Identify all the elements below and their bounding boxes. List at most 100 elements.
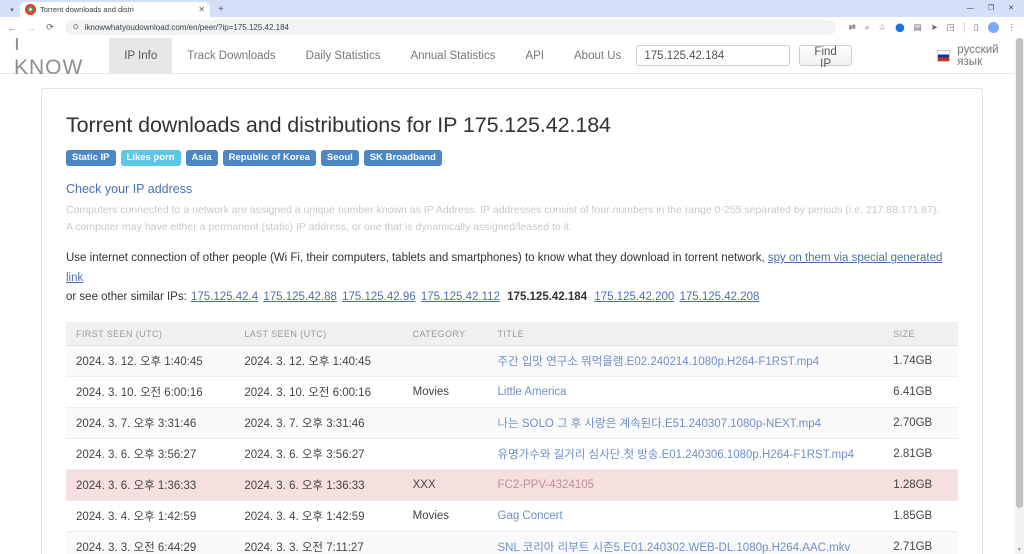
cell-title: SNL 코리아 리부트 시즌5.E01.240302.WEB-DL.1080p.… bbox=[487, 531, 884, 554]
table-row: 2024. 3. 6. 오후 3:56:27 2024. 3. 6. 오후 3:… bbox=[66, 438, 958, 470]
find-ip-button[interactable]: Find IP bbox=[799, 45, 852, 70]
chrome-menu-icon[interactable]: ⋮ bbox=[1008, 23, 1017, 32]
site-logo[interactable]: I KNOW bbox=[0, 38, 109, 79]
cell-category: XXX bbox=[402, 469, 488, 501]
scrollbar-thumb[interactable] bbox=[1016, 38, 1023, 508]
cell-size: 1.85GB bbox=[883, 500, 958, 532]
back-icon[interactable]: ← bbox=[6, 23, 18, 33]
similar-ip-link[interactable]: 175.125.42.88 bbox=[263, 291, 337, 303]
current-ip-text: 175.125.42.184 bbox=[507, 291, 588, 304]
cell-first-seen: 2024. 3. 6. 오후 1:36:33 bbox=[66, 469, 235, 501]
site-settings-icon[interactable]: ⛭ bbox=[73, 24, 79, 32]
content-card: Torrent downloads and distributions for … bbox=[41, 88, 983, 554]
similar-ip-link[interactable]: 175.125.42.112 bbox=[421, 291, 500, 303]
torrent-title-link[interactable]: 유명가수와 길거리 심사단.첫 방송.E01.240306.1080p.H264… bbox=[498, 449, 855, 461]
cell-category bbox=[402, 407, 488, 439]
cell-title: Gag Concert bbox=[487, 500, 884, 532]
cell-title: 나는 SOLO 그 후 사랑은 계속된다.E51.240307.1080p-NE… bbox=[487, 407, 884, 439]
cell-last-seen: 2024. 3. 7. 오후 3:31:46 bbox=[234, 407, 403, 439]
column-header-size[interactable]: SIZE bbox=[883, 321, 958, 346]
nav-item-about-us[interactable]: About Us bbox=[559, 38, 636, 73]
cell-first-seen: 2024. 3. 10. 오전 6:00:16 bbox=[66, 376, 235, 408]
similar-ip-link[interactable]: 175.125.42.208 bbox=[679, 291, 759, 303]
similar-ips-label: or see other similar IPs: bbox=[66, 291, 187, 304]
address-bar[interactable]: ⛭ iknowwhatyoudownload.com/en/peer/?ip=1… bbox=[65, 20, 836, 35]
downloads-table: FIRST SEEN (UTC) LAST SEEN (UTC) CATEGOR… bbox=[66, 321, 958, 554]
toolbar-icons: ⇄ ⌕ ☆ ⬤ ▤ ➤ ◳ ▯ ⋮ bbox=[849, 22, 1018, 33]
table-row: 2024. 3. 7. 오후 3:31:46 2024. 3. 7. 오후 3:… bbox=[66, 407, 958, 439]
cell-title: 주간 입맛 연구소 뭐먹을램.E02.240214.1080p.H264-F1R… bbox=[487, 345, 884, 377]
reload-icon[interactable]: ⟳ bbox=[44, 22, 56, 33]
address-bar-url: iknowwhatyoudownload.com/en/peer/?ip=175… bbox=[84, 23, 289, 32]
extension-kite-icon[interactable]: ➤ bbox=[931, 23, 938, 32]
scroll-down-arrow-icon[interactable]: ▼ bbox=[1015, 545, 1024, 554]
similar-ip-link[interactable]: 175.125.42.200 bbox=[594, 291, 674, 303]
table-body: 2024. 3. 12. 오후 1:40:45 2024. 3. 12. 오후 … bbox=[66, 345, 958, 554]
table-row: 2024. 3. 3. 오전 6:44:29 2024. 3. 3. 오전 7:… bbox=[66, 531, 958, 554]
browser-window: ▾ Torrent downloads and distri ✕ + — ❐ ✕… bbox=[0, 0, 1024, 554]
minimize-icon[interactable]: — bbox=[967, 5, 974, 12]
cell-size: 2.81GB bbox=[883, 438, 958, 470]
table-row: 2024. 3. 12. 오후 1:40:45 2024. 3. 12. 오후 … bbox=[66, 345, 958, 377]
forward-icon[interactable]: → bbox=[25, 23, 37, 33]
nav-item-daily-statistics[interactable]: Daily Statistics bbox=[291, 38, 396, 73]
bookmark-star-icon[interactable]: ☆ bbox=[878, 23, 886, 32]
badge-asia: Asia bbox=[185, 150, 218, 167]
russian-flag-icon bbox=[936, 49, 951, 62]
column-header-first-seen[interactable]: FIRST SEEN (UTC) bbox=[66, 321, 235, 346]
extensions-icon[interactable]: ◳ bbox=[947, 23, 955, 32]
nav-item-annual-statistics[interactable]: Annual Statistics bbox=[395, 38, 510, 73]
cell-first-seen: 2024. 3. 3. 오전 6:44:29 bbox=[66, 531, 235, 554]
extension-puzzle-icon[interactable]: ▤ bbox=[914, 23, 922, 32]
usage-paragraph: Use internet connection of other people … bbox=[66, 249, 958, 308]
profile-avatar-icon[interactable] bbox=[987, 22, 999, 33]
cell-last-seen: 2024. 3. 3. 오전 7:11:27 bbox=[234, 531, 403, 554]
torrent-title-link[interactable]: 주간 입맛 연구소 뭐먹을램.E02.240214.1080p.H264-F1R… bbox=[498, 356, 820, 368]
cell-title: 유명가수와 길거리 심사단.첫 방송.E01.240306.1080p.H264… bbox=[487, 438, 884, 470]
new-tab-icon[interactable]: + bbox=[218, 4, 224, 15]
window-controls: — ❐ ✕ bbox=[967, 0, 1022, 16]
similar-ip-link[interactable]: 175.125.42.4 bbox=[191, 291, 258, 303]
torrent-title-link[interactable]: 나는 SOLO 그 후 사랑은 계속된다.E51.240307.1080p-NE… bbox=[498, 418, 822, 430]
close-tab-icon[interactable]: ✕ bbox=[198, 5, 205, 14]
cell-size: 1.28GB bbox=[883, 469, 958, 501]
cell-first-seen: 2024. 3. 4. 오후 1:42:59 bbox=[66, 500, 235, 532]
column-header-last-seen[interactable]: LAST SEEN (UTC) bbox=[234, 321, 403, 346]
cell-first-seen: 2024. 3. 6. 오후 3:56:27 bbox=[66, 438, 235, 470]
translate-icon[interactable]: ⇄ bbox=[849, 23, 856, 32]
zoom-search-icon[interactable]: ⌕ bbox=[865, 23, 870, 32]
cell-category bbox=[402, 345, 488, 377]
cell-category: Movies bbox=[402, 376, 488, 408]
ip-description-text: Computers connected to a network are ass… bbox=[66, 204, 940, 233]
tab-list-chevron-icon[interactable]: ▾ bbox=[4, 2, 20, 17]
page-title: Torrent downloads and distributions for … bbox=[66, 113, 611, 137]
check-your-ip-link[interactable]: Check your IP address bbox=[66, 182, 192, 196]
pin-extension-icon[interactable]: ⬤ bbox=[895, 23, 905, 32]
cell-last-seen: 2024. 3. 6. 오후 1:36:33 bbox=[234, 469, 403, 501]
table-head: FIRST SEEN (UTC) LAST SEEN (UTC) CATEGOR… bbox=[66, 321, 958, 346]
page-viewport: I KNOW IP Info Track Downloads Daily Sta… bbox=[0, 38, 1024, 554]
torrent-title-link[interactable]: SNL 코리아 리부트 시즌5.E01.240302.WEB-DL.1080p.… bbox=[498, 542, 851, 554]
language-switcher[interactable]: русский язык bbox=[936, 44, 1010, 68]
column-header-title[interactable]: TITLE bbox=[487, 321, 884, 346]
column-header-category[interactable]: CATEGORY bbox=[402, 321, 488, 346]
cell-size: 2.71GB bbox=[883, 531, 958, 554]
ip-search-input[interactable] bbox=[636, 45, 791, 66]
page-scrollbar[interactable]: ▲ ▼ bbox=[1015, 38, 1024, 554]
badge-republic-of-korea: Republic of Korea bbox=[222, 150, 316, 167]
nav-item-ip-info[interactable]: IP Info bbox=[109, 38, 173, 73]
ip-badges: Static IP Likes porn Asia Republic of Ko… bbox=[66, 150, 958, 167]
close-window-icon[interactable]: ✕ bbox=[1008, 5, 1014, 12]
cell-size: 6.41GB bbox=[883, 376, 958, 408]
table-header-row: FIRST SEEN (UTC) LAST SEEN (UTC) CATEGOR… bbox=[66, 321, 958, 346]
browser-tab[interactable]: Torrent downloads and distri ✕ bbox=[20, 2, 210, 17]
torrent-title-link[interactable]: Gag Concert bbox=[498, 510, 563, 522]
similar-ip-link[interactable]: 175.125.42.96 bbox=[342, 291, 416, 303]
maximize-icon[interactable]: ❐ bbox=[988, 5, 994, 12]
nav-item-track-downloads[interactable]: Track Downloads bbox=[172, 38, 290, 73]
torrent-title-link[interactable]: Little America bbox=[498, 386, 567, 398]
header-right-group: Find IP русский язык bbox=[636, 38, 1012, 73]
torrent-title-link[interactable]: FC2-PPV-4324105 bbox=[498, 479, 595, 491]
side-panel-icon[interactable]: ▯ bbox=[974, 23, 979, 32]
nav-item-api[interactable]: API bbox=[510, 38, 559, 73]
